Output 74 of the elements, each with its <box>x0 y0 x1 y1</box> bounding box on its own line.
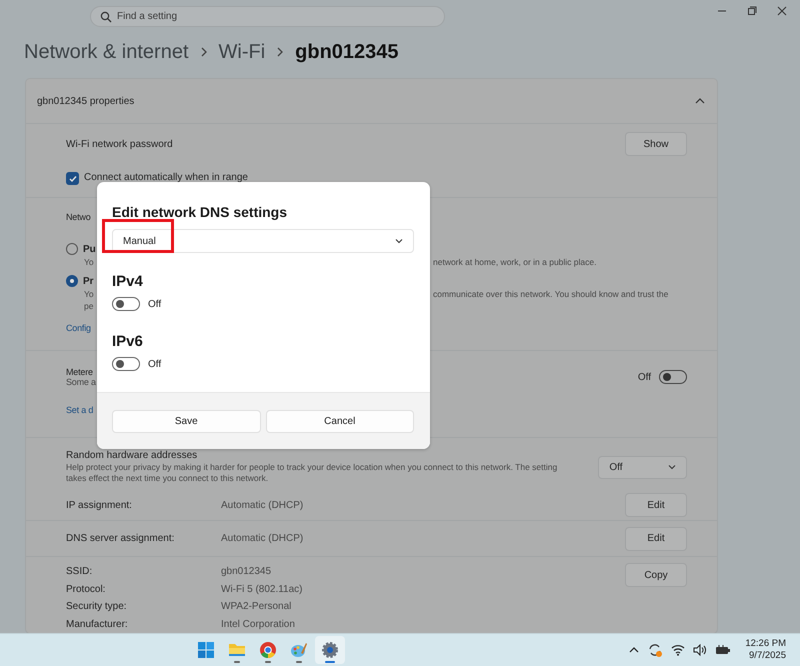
edit-button[interactable]: Edit <box>625 526 687 550</box>
section-heading: IPv6 <box>112 333 144 350</box>
wifi-icon[interactable] <box>671 644 686 656</box>
dropdown[interactable]: Off <box>598 456 687 478</box>
option-description: communicate over this network. You should know and trust the <box>433 288 668 300</box>
battery-icon[interactable] <box>715 644 732 656</box>
option-description: pe <box>83 300 94 312</box>
setting-description: Some a <box>66 376 96 388</box>
restore-icon[interactable] <box>747 6 757 16</box>
search-field[interactable]: Find a setting <box>90 6 445 27</box>
browser-icon[interactable] <box>259 641 277 659</box>
breadcrumb-item: gbn012345 <box>295 40 399 64</box>
dialog-button[interactable]: Save <box>112 410 260 432</box>
breadcrumb-item[interactable]: Network & internet <box>24 40 189 64</box>
dialog-button[interactable]: Cancel <box>266 410 414 432</box>
toggle-state: Off <box>148 298 162 310</box>
check-icon <box>68 174 78 184</box>
detail-value: Wi-Fi 5 (802.11ac) <box>221 582 303 597</box>
setting-label: DNS server assignment: <box>66 533 176 544</box>
setting-label: Metere <box>66 366 94 376</box>
close-icon[interactable] <box>777 6 787 16</box>
windows-icon[interactable] <box>197 641 215 659</box>
option-description: network at home, work, or in a public place. <box>433 256 596 268</box>
radio-label: Pu <box>83 244 96 254</box>
gear-icon[interactable] <box>321 641 339 659</box>
detail-label: Manufacturer: <box>66 618 129 632</box>
dropdown[interactable]: Manual <box>112 229 414 253</box>
show-button[interactable]: Show <box>625 132 687 156</box>
settings-link[interactable]: Config <box>66 323 91 333</box>
setting-value: Automatic (DHCP) <box>221 500 304 510</box>
toggle-state: Off <box>638 372 651 382</box>
checkbox-label: Connect automatically when in range <box>84 172 248 183</box>
detail-value: Intel Corporation <box>221 618 295 632</box>
breadcrumb-item[interactable]: Wi-Fi <box>218 40 266 64</box>
toggle-switch[interactable] <box>659 370 687 384</box>
dialog-title: Edit network DNS settings <box>112 204 288 220</box>
chevron-up-icon[interactable] <box>629 646 640 654</box>
checkbox[interactable] <box>66 172 79 185</box>
setting-label: Wi-Fi network password <box>66 138 173 150</box>
settings-link[interactable]: Set a d <box>66 405 94 415</box>
toggle-switch[interactable] <box>112 297 140 311</box>
detail-value: gbn012345 <box>221 565 272 579</box>
setting-label: IP assignment: <box>66 500 133 510</box>
setting-label: Random hardware addresses <box>66 450 198 461</box>
chevron-right-icon <box>200 47 208 57</box>
radio-label: Pr <box>83 276 94 286</box>
option-description: Yo <box>83 256 94 268</box>
clock-time[interactable]: 12:26 PM <box>745 638 786 650</box>
chevron-down-icon <box>395 238 403 244</box>
setting-description: Help protect your privacy by making it harder for people to track your device location when you connect to this network. The setting takes effect the next time you connect to this network. <box>66 462 558 484</box>
setting-value: Automatic (DHCP) <box>221 533 304 544</box>
setting-label: Netwo <box>66 212 91 222</box>
search-icon <box>100 11 112 23</box>
edit-button[interactable]: Edit <box>625 493 687 517</box>
volume-icon[interactable] <box>693 644 708 656</box>
folder-icon[interactable] <box>228 642 246 658</box>
detail-label: Protocol: <box>66 582 106 597</box>
palette-icon[interactable] <box>290 641 308 659</box>
detail-label: SSID: <box>66 565 94 579</box>
detail-label: Security type: <box>66 600 128 614</box>
detail-value: WPA2-Personal <box>221 600 292 614</box>
option-description: Yo <box>83 288 94 300</box>
section-heading: IPv4 <box>112 273 144 290</box>
radio-button[interactable] <box>66 243 78 255</box>
radio-button[interactable] <box>66 275 78 287</box>
chevron-right-icon <box>276 47 284 57</box>
clock-date[interactable]: 9/7/2025 <box>749 650 786 662</box>
section-title: gbn012345 properties <box>37 96 134 106</box>
chevron-down-icon <box>668 464 676 470</box>
toggle-state: Off <box>148 358 162 370</box>
toggle-switch[interactable] <box>112 357 140 371</box>
copy-button[interactable]: Copy <box>625 563 687 587</box>
chevron-icon[interactable] <box>695 97 705 105</box>
sync-icon[interactable] <box>647 642 664 658</box>
